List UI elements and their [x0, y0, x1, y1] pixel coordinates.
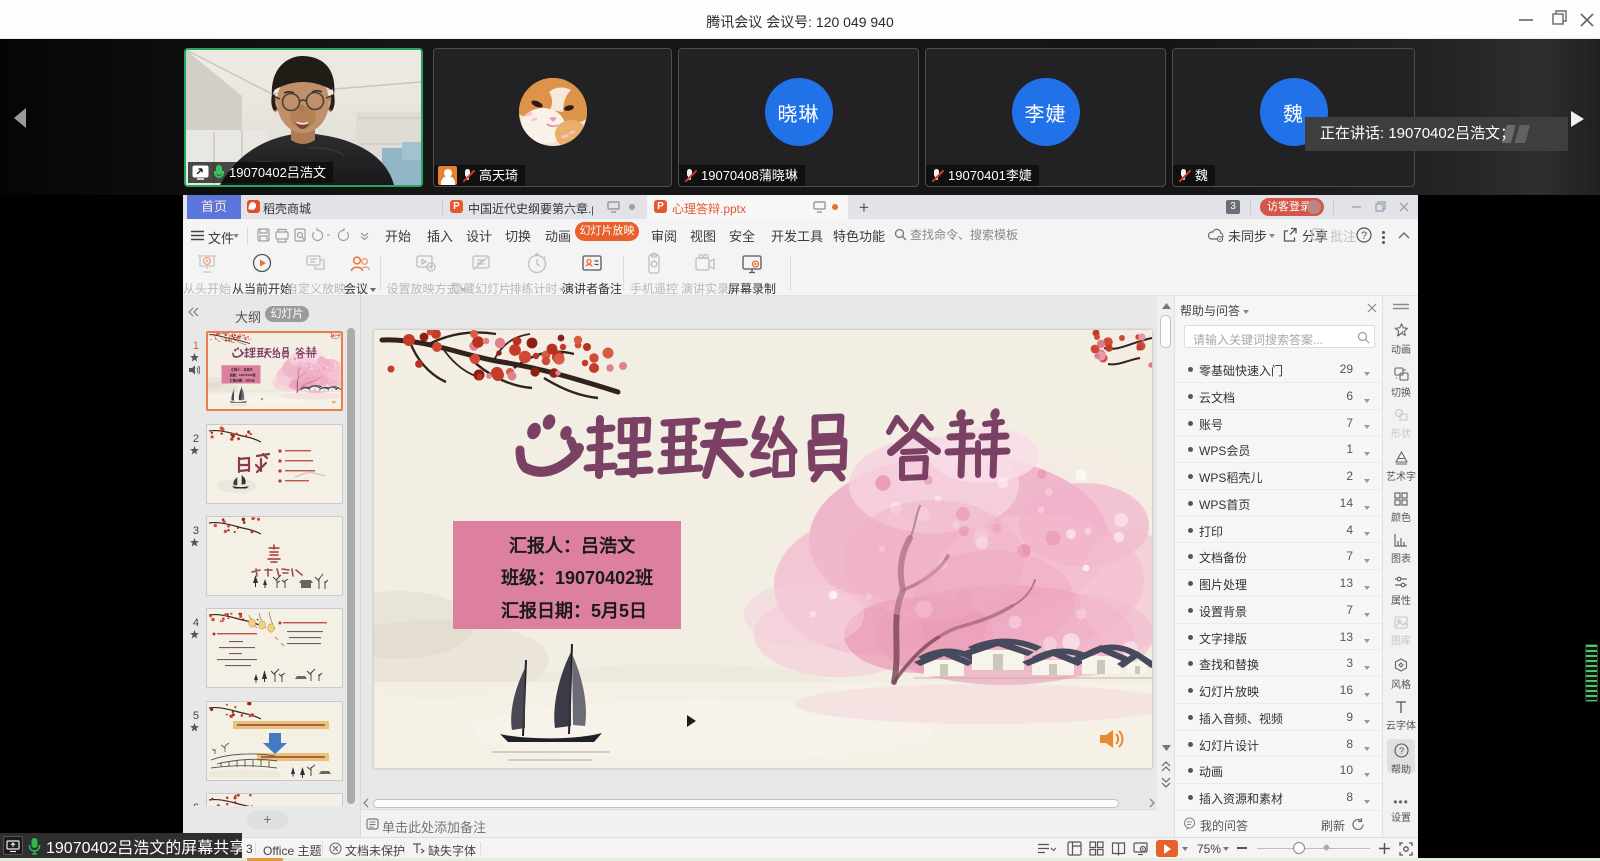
svg-text:汇报人：吕浩文: 汇报人：吕浩文 — [509, 535, 636, 556]
svg-text:?: ? — [1399, 746, 1404, 756]
svg-text:?: ? — [1361, 230, 1367, 242]
svg-text:汇报日期：5月5日: 汇报日期：5月5日 — [501, 600, 647, 621]
svg-text:班级：19070402班: 班级：19070402班 — [501, 567, 653, 588]
